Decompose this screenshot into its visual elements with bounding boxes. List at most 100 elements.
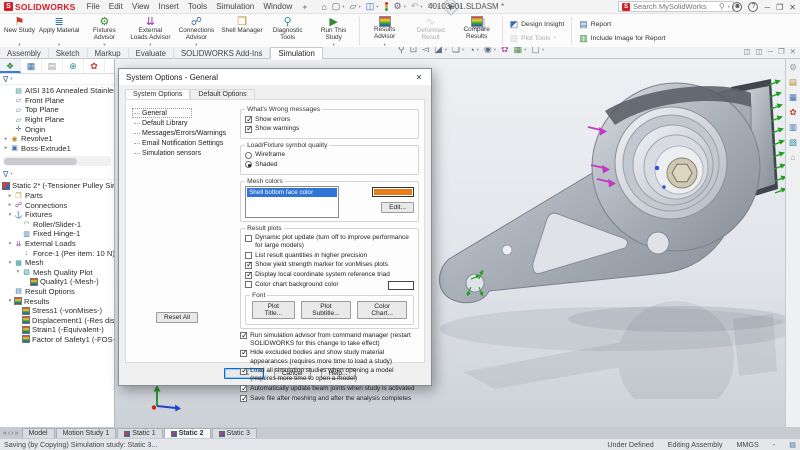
- display-manager-tab[interactable]: ✿: [84, 59, 105, 73]
- radio-button[interactable]: [245, 161, 252, 168]
- tree-item-top-plane[interactable]: ▱Top Plane: [0, 105, 114, 115]
- collapse-node-icon[interactable]: ▾: [6, 298, 14, 304]
- file-explorer-icon[interactable]: ▦: [789, 92, 797, 103]
- restore-doc-icon[interactable]: ❐: [778, 47, 785, 56]
- listbox-selected-item[interactable]: Shell bottom face color: [247, 188, 337, 197]
- caret-down-icon[interactable]: ▾: [728, 4, 730, 10]
- hide-excluded-checkbox-row[interactable]: Hide excluded bodies and show study mate…: [240, 349, 419, 365]
- checkbox[interactable]: [240, 385, 247, 392]
- appearances-scenes-icon[interactable]: ▥: [789, 122, 797, 133]
- study-item-force[interactable]: ↓Force-1 (Per item: 10 N): [0, 248, 114, 258]
- tab-static-1[interactable]: Static 1: [117, 428, 162, 438]
- show-errors-checkbox-row[interactable]: Show errors: [245, 116, 414, 124]
- study-item-external-loads[interactable]: ▾⇊External Loads: [0, 239, 114, 249]
- minimize-doc-icon[interactable]: ─: [768, 47, 773, 56]
- study-tree-filter[interactable]: ∇▾: [0, 169, 114, 180]
- checkbox[interactable]: [245, 252, 252, 259]
- close-doc-icon[interactable]: ✕: [790, 47, 796, 56]
- caret-down-icon[interactable]: ▾: [494, 47, 496, 53]
- feature-tree-tab[interactable]: ❖: [0, 59, 21, 73]
- ribbon-include-image-button[interactable]: ▥Include Image for Report: [579, 33, 665, 44]
- menu-insert[interactable]: Insert: [158, 2, 178, 12]
- ribbon-compare-results-button[interactable]: Compare Results: [454, 15, 500, 47]
- higher-precision-checkbox-row[interactable]: List result quantities in higher precisi…: [245, 252, 414, 260]
- ribbon-shell-manager-button[interactable]: ❐Shell Manager: [219, 15, 264, 47]
- checkbox[interactable]: [240, 395, 247, 402]
- menu-view[interactable]: View: [132, 2, 150, 12]
- tab-model[interactable]: Model: [22, 428, 55, 438]
- caret-down-icon[interactable]: ▾: [462, 47, 464, 53]
- study-item-connections[interactable]: ▸☍Connections: [0, 200, 114, 210]
- study-item-results[interactable]: ▾Results: [0, 296, 114, 306]
- home-icon[interactable]: ⌂: [321, 2, 326, 12]
- study-item-root[interactable]: Static 2* (-Tensioner Pulley Sim-): [0, 181, 114, 191]
- caret-down-icon[interactable]: ▾: [524, 47, 526, 53]
- study-item-quality1[interactable]: Quality1 (-Mesh-): [0, 277, 114, 287]
- ribbon-external-loads-advisor-button[interactable]: ⇊External Loads Advisor▾: [127, 15, 173, 47]
- run-advisor-checkbox-row[interactable]: Run simulation advisor from command mana…: [240, 332, 419, 348]
- menu-tools[interactable]: Tools: [188, 2, 207, 12]
- caret-down-icon[interactable]: ▾: [404, 4, 406, 10]
- tensioner-pulley-model[interactable]: [433, 67, 785, 399]
- options-item-messages[interactable]: Messages/Errors/Warnings: [132, 128, 240, 138]
- tab-static-2[interactable]: Static 2: [164, 428, 211, 438]
- caret-down-icon[interactable]: ▾: [445, 47, 447, 53]
- undo-icon[interactable]: ↶: [411, 1, 419, 12]
- mesh-colors-listbox[interactable]: Shell bottom face color: [245, 186, 339, 218]
- study-item-fixtures[interactable]: ▾⚓Fixtures: [0, 210, 114, 220]
- edit-color-button[interactable]: Edit...: [381, 202, 414, 213]
- radio-button[interactable]: [245, 152, 252, 159]
- menu-window[interactable]: Window: [263, 2, 292, 12]
- menu-simulation[interactable]: Simulation: [216, 2, 254, 12]
- tab-markup[interactable]: Markup: [88, 48, 129, 59]
- close-window-icon[interactable]: ✕: [789, 3, 796, 12]
- dimxpert-tab[interactable]: ⊕: [63, 59, 84, 73]
- tab-assembly[interactable]: Assembly: [0, 48, 49, 59]
- study-item-result-options[interactable]: ▤Result Options: [0, 287, 114, 297]
- study-item-mesh[interactable]: ▾▦Mesh: [0, 258, 114, 268]
- checkbox[interactable]: [245, 116, 252, 123]
- open-icon[interactable]: ▱: [350, 1, 357, 12]
- ribbon-deformed-result-button[interactable]: ∿Deformed Result: [408, 15, 454, 47]
- options-item-default-library[interactable]: Default Library: [132, 118, 240, 128]
- color-chart-button[interactable]: Color Chart...: [357, 301, 407, 319]
- expand-icon[interactable]: ▸: [6, 193, 14, 199]
- tab-solidworks-add-ins[interactable]: SOLIDWORKS Add-Ins: [174, 48, 270, 59]
- ribbon-design-insight-button[interactable]: ◩Design Insight: [510, 19, 565, 30]
- tab-evaluate[interactable]: Evaluate: [129, 48, 174, 59]
- checkbox[interactable]: [245, 235, 252, 242]
- search-box[interactable]: S ⚲ ▾: [618, 1, 734, 12]
- tree-item-front-plane[interactable]: ▱Front Plane: [0, 96, 114, 106]
- tab-default-options[interactable]: Default Options: [190, 89, 254, 99]
- nav-next-icon[interactable]: ›: [11, 430, 13, 437]
- caret-down-icon[interactable]: ▾: [358, 4, 360, 10]
- dynamic-plot-update-checkbox-row[interactable]: Dynamic plot update (turn off to improve…: [245, 234, 414, 250]
- pane-icon[interactable]: ◫: [756, 47, 763, 56]
- minimize-window-icon[interactable]: ─: [764, 3, 770, 12]
- save-icon[interactable]: ◫: [366, 1, 375, 12]
- tab-motion-study-1[interactable]: Motion Study 1: [56, 428, 117, 438]
- caret-down-icon[interactable]: ▾: [542, 47, 544, 53]
- tab-sketch[interactable]: Sketch: [49, 48, 88, 59]
- plot-subtitle-button[interactable]: Plot Subtitle...: [301, 301, 352, 319]
- tab-simulation[interactable]: Simulation: [270, 47, 322, 60]
- chart-background-swatch[interactable]: [388, 281, 414, 290]
- tree-item-material[interactable]: ▤AISI 316 Annealed Stainless Steel Bar (…: [0, 86, 114, 96]
- options-item-email[interactable]: Email Notification Settings: [132, 138, 240, 148]
- expand-icon[interactable]: ▸: [2, 145, 10, 151]
- study-item-parts[interactable]: ▸❒Parts: [0, 191, 114, 201]
- update-beam-joints-checkbox-row[interactable]: Automatically update beam joints when st…: [240, 385, 419, 393]
- study-item-stress1[interactable]: Stress1 (-vonMises-): [0, 306, 114, 316]
- checkbox[interactable]: [245, 272, 252, 279]
- new-document-icon[interactable]: ▢: [332, 1, 341, 12]
- configuration-manager-tab[interactable]: ▤: [42, 59, 63, 73]
- collapse-node-icon[interactable]: ▾: [14, 269, 22, 275]
- user-account-icon[interactable]: ☻: [732, 2, 742, 12]
- tree-filter[interactable]: ∇▾: [0, 74, 114, 85]
- wireframe-radio-row[interactable]: Wireframe: [245, 151, 414, 159]
- chart-background-checkbox-row[interactable]: Color chart background color: [245, 281, 414, 290]
- shaded-radio-row[interactable]: Shaded: [245, 161, 414, 169]
- tree-item-revolve1[interactable]: ▸◉Revolve1: [0, 134, 114, 144]
- design-library-icon[interactable]: ▤: [789, 77, 797, 88]
- help-icon[interactable]: ?: [748, 2, 758, 12]
